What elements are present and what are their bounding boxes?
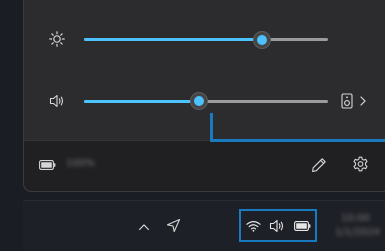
- brightness-slider-fill: [84, 38, 263, 41]
- battery-percentage: 100%: [66, 158, 95, 169]
- location-arrow-icon[interactable]: [166, 218, 181, 233]
- chevron-right-icon[interactable]: [359, 96, 367, 106]
- gear-settings-icon[interactable]: [352, 156, 369, 173]
- audio-output-device-icon[interactable]: [341, 93, 353, 109]
- highlight-connector-horizontal: [210, 139, 385, 142]
- battery-icon[interactable]: [39, 160, 56, 170]
- battery-icon[interactable]: [294, 221, 311, 231]
- volume-slider-fill: [84, 100, 199, 103]
- quick-settings-footer: 100%: [24, 140, 385, 191]
- brightness-sun-icon: [49, 31, 65, 47]
- clock-date[interactable]: 1/1/2024: [335, 227, 380, 238]
- taskbar: 10:00 1/1/2024: [23, 200, 385, 251]
- clock-time[interactable]: 10:00: [341, 213, 370, 224]
- chevron-up-icon[interactable]: [138, 223, 150, 231]
- highlight-connector-vertical: [210, 113, 213, 141]
- wifi-icon[interactable]: [246, 220, 261, 232]
- quick-settings-panel: 100%: [23, 0, 385, 192]
- brightness-slider-thumb[interactable]: [253, 31, 272, 49]
- pencil-edit-icon[interactable]: [311, 157, 327, 173]
- speaker-volume-icon[interactable]: [49, 94, 65, 108]
- volume-slider-thumb[interactable]: [189, 92, 208, 110]
- speaker-icon[interactable]: [269, 219, 285, 233]
- system-tray-group[interactable]: [239, 209, 317, 242]
